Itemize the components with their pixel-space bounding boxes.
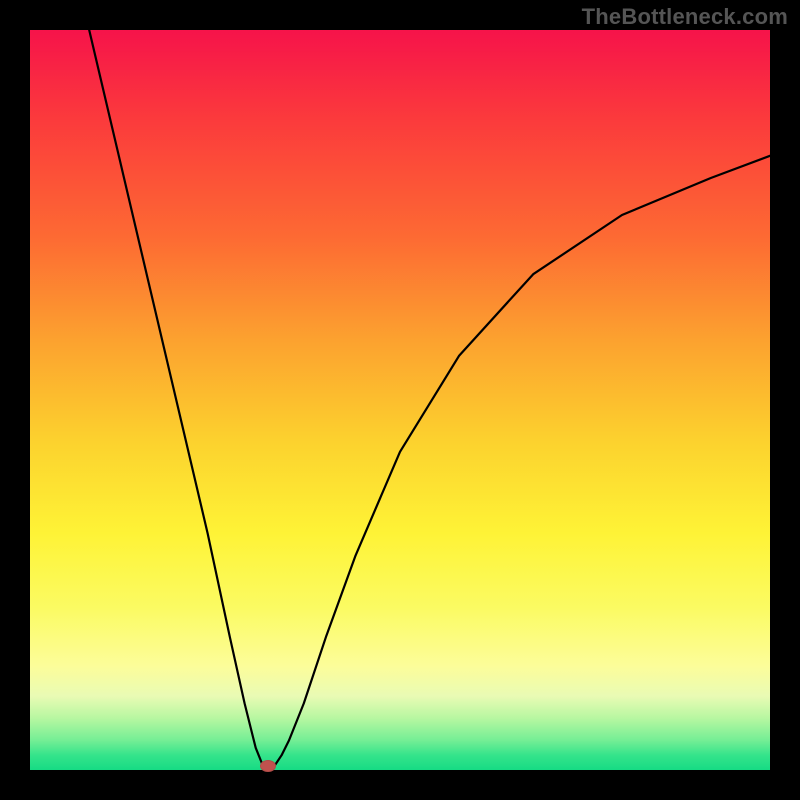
- chart-container: TheBottleneck.com: [0, 0, 800, 800]
- plot-area: [30, 30, 770, 770]
- bottleneck-curve: [89, 30, 770, 770]
- optimum-marker: [260, 760, 276, 772]
- curve-layer: [30, 30, 770, 770]
- watermark-text: TheBottleneck.com: [582, 4, 788, 30]
